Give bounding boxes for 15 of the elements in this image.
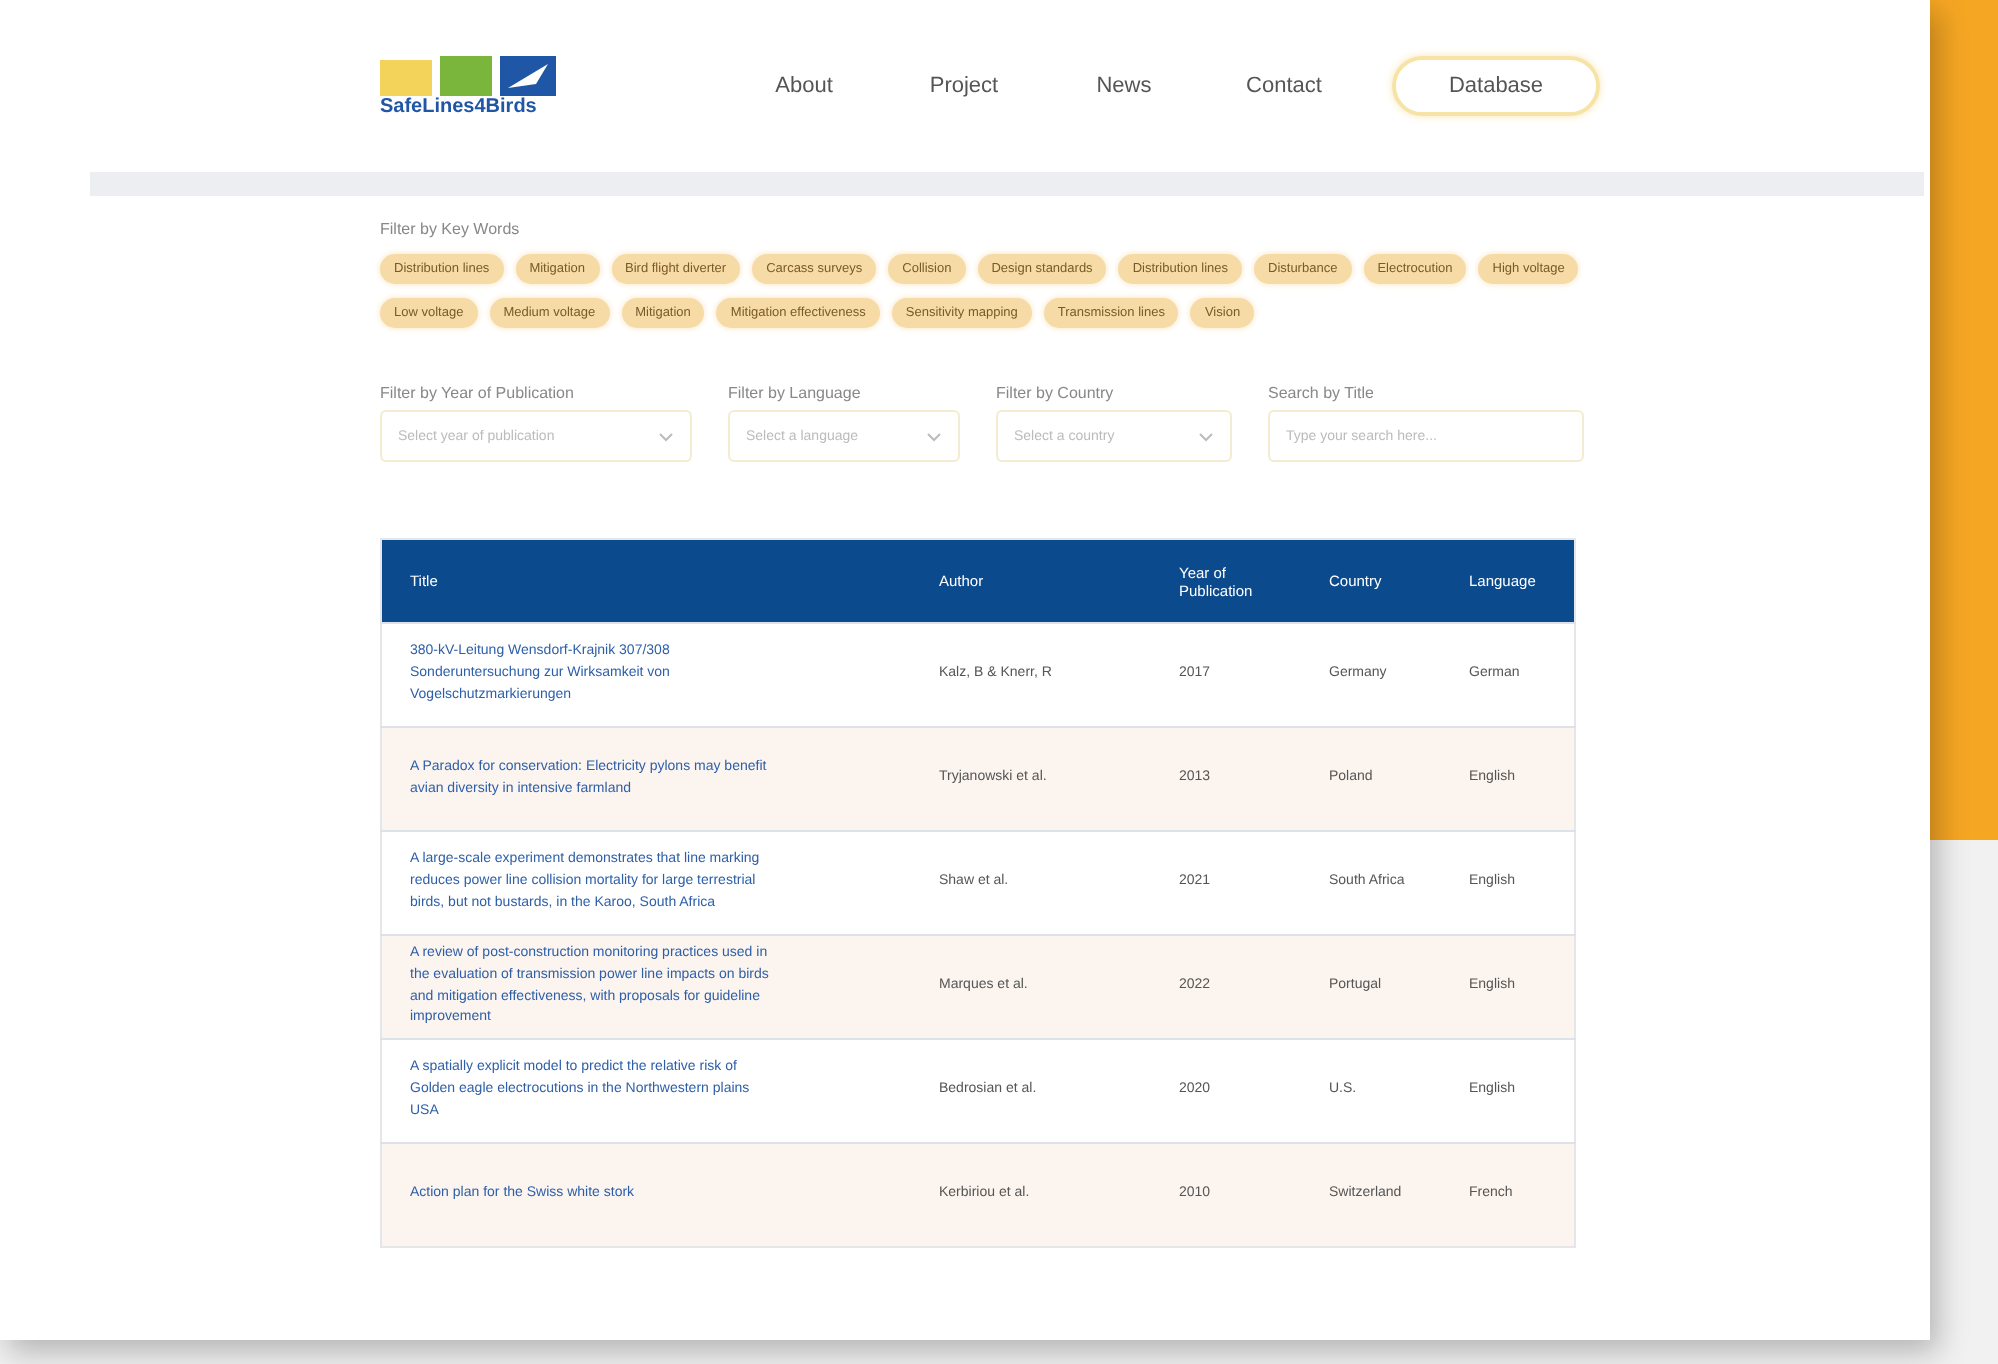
nav-link[interactable]: Project — [884, 58, 1044, 114]
chevron-down-icon — [658, 431, 674, 441]
filter-label: Filter by Country — [996, 384, 1116, 402]
filter-label: Filter by Year of Publication — [380, 384, 576, 402]
filter-label: Filter by Key Words — [380, 220, 522, 238]
nav-link[interactable]: Contact — [1204, 58, 1364, 114]
chevron-down-icon — [926, 431, 942, 441]
nav-link[interactable]: News — [1044, 58, 1204, 114]
chevron-down-icon — [1198, 431, 1214, 441]
nav-link[interactable]: Database — [1392, 56, 1600, 116]
filter-label: Search by Title — [1268, 384, 1376, 402]
logo-text: SafeLines4Birds — [380, 95, 539, 117]
filter-label: Filter by Language — [728, 384, 863, 402]
nav-link[interactable]: About — [724, 58, 884, 114]
logo-icon — [380, 55, 556, 95]
